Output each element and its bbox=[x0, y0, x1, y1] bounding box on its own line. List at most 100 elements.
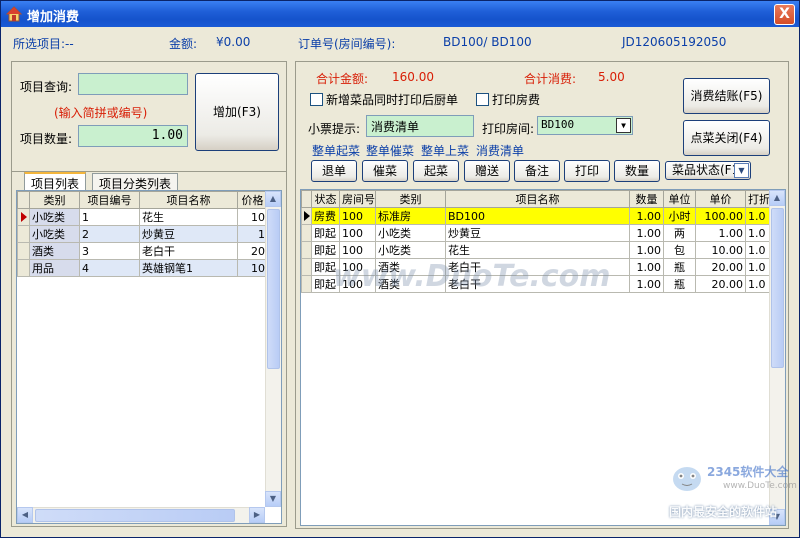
refund-button[interactable]: 退单 bbox=[311, 160, 357, 182]
table-row[interactable]: 即起 100 小吃类 炒黄豆 1.00 两 1.00 1.0 bbox=[301, 224, 772, 242]
link-all-serve[interactable]: 整单上菜 bbox=[421, 142, 469, 159]
close-menu-button[interactable]: 点菜关闭(F4) bbox=[683, 120, 770, 156]
print-room-label: 打印房间: bbox=[482, 122, 535, 136]
cell-item-name: 老白干 bbox=[139, 242, 238, 260]
row-indicator bbox=[301, 207, 312, 225]
cell-item-name: 花生 bbox=[139, 208, 238, 226]
close-button[interactable]: X bbox=[774, 4, 795, 25]
col-unit[interactable]: 单位 bbox=[663, 190, 696, 208]
cell-category: 标准房 bbox=[375, 207, 446, 225]
table-row[interactable]: 即起 100 小吃类 花生 1.00 包 10.00 1.0 bbox=[301, 241, 772, 259]
cell-qty: 1.00 bbox=[629, 275, 664, 293]
ticket-input[interactable]: 消费清单 bbox=[366, 115, 474, 137]
col-qty[interactable]: 数量 bbox=[629, 190, 664, 208]
tab-item-list[interactable]: 项目列表 bbox=[24, 172, 87, 191]
table-row[interactable]: 用品 4 英雄钢笔1 10 bbox=[17, 259, 268, 277]
item-grid-hscroll[interactable]: ◀ ▶ bbox=[17, 507, 265, 523]
print-room-value: BD100 bbox=[541, 118, 575, 131]
scroll-right-icon[interactable]: ▶ bbox=[249, 507, 265, 523]
amount-label: 金额: bbox=[169, 37, 198, 51]
cell-category: 小吃类 bbox=[29, 208, 80, 226]
qty-input[interactable]: 1.00 bbox=[78, 125, 188, 147]
col-item-name[interactable]: 项目名称 bbox=[139, 191, 238, 209]
link-consume-list[interactable]: 消费清单 bbox=[476, 142, 524, 159]
item-list-panel: 项目列表 项目分类列表 类别 项目编号 项目名称 价格 小吃类 1 花生 10 … bbox=[11, 171, 287, 527]
cell-unit: 瓶 bbox=[663, 275, 696, 293]
tab-item-category-list[interactable]: 项目分类列表 bbox=[92, 173, 179, 191]
cell-status: 即起 bbox=[311, 224, 340, 242]
brand-name: 2345软件大全 bbox=[707, 465, 789, 479]
checkbox-box[interactable] bbox=[476, 93, 489, 106]
consumption-table-header: 状态 房间号 类别 项目名称 数量 单位 单价 打折 bbox=[301, 190, 772, 208]
print-room-fee-label: 打印房费 bbox=[492, 93, 541, 107]
row-indicator bbox=[17, 242, 30, 260]
print-after-kitchen-checkbox[interactable]: 新增菜品同时打印后厨单 bbox=[310, 91, 458, 108]
cell-unit: 小时 bbox=[663, 207, 696, 225]
cell-status: 即起 bbox=[311, 241, 340, 259]
col-room[interactable]: 房间号 bbox=[339, 190, 376, 208]
row-indicator-header bbox=[301, 190, 312, 208]
col-category[interactable]: 类别 bbox=[29, 191, 80, 209]
table-row[interactable]: 酒类 3 老白干 20 bbox=[17, 242, 268, 260]
cell-room: 100 bbox=[339, 207, 376, 225]
cell-unit-price: 10.00 bbox=[695, 241, 746, 259]
table-row[interactable]: 小吃类 2 炒黄豆 1 bbox=[17, 225, 268, 243]
add-button[interactable]: 增加(F3) bbox=[195, 73, 279, 151]
total-amount-label: 合计金额: bbox=[316, 72, 369, 86]
col-price[interactable]: 价格 bbox=[237, 191, 268, 209]
table-row[interactable]: 小吃类 1 花生 10 bbox=[17, 208, 268, 226]
quantity-button[interactable]: 数量 bbox=[614, 160, 660, 182]
print-button[interactable]: 打印 bbox=[564, 160, 610, 182]
print-room-fee-checkbox[interactable]: 打印房费 bbox=[476, 91, 540, 108]
dish-state-select[interactable]: 菜品状态(F1) ▼ bbox=[665, 161, 751, 180]
col-category[interactable]: 类别 bbox=[375, 190, 446, 208]
table-row[interactable]: 房费 100 标准房 BD100 1.00 小时 100.00 1.0 bbox=[301, 207, 772, 225]
cell-discount: 1.0 bbox=[745, 258, 772, 276]
link-all-rush[interactable]: 整单催菜 bbox=[366, 142, 414, 159]
cell-category: 小吃类 bbox=[29, 225, 80, 243]
print-room-select[interactable]: BD100 ▼ bbox=[537, 116, 633, 135]
title-bar[interactable]: 增加消费 X bbox=[1, 1, 799, 27]
cell-qty: 1.00 bbox=[629, 241, 664, 259]
col-discount[interactable]: 打折 bbox=[745, 190, 772, 208]
row-indicator bbox=[301, 275, 312, 293]
row-indicator bbox=[17, 259, 30, 277]
gift-button[interactable]: 赠送 bbox=[464, 160, 510, 182]
rush-button[interactable]: 催菜 bbox=[362, 160, 408, 182]
note-button[interactable]: 备注 bbox=[514, 160, 560, 182]
item-grid-vscroll[interactable]: ▲ ▼ bbox=[265, 191, 281, 507]
col-item-id[interactable]: 项目编号 bbox=[79, 191, 140, 209]
ticket-label: 小票提示: bbox=[308, 122, 361, 136]
checkout-button[interactable]: 消费结账(F5) bbox=[683, 78, 770, 114]
item-grid-vscroll-thumb[interactable] bbox=[267, 209, 280, 369]
scroll-down-icon[interactable]: ▼ bbox=[265, 491, 281, 507]
watermark-center: www.DuoTe.com bbox=[333, 259, 611, 294]
scroll-up-icon[interactable]: ▲ bbox=[265, 191, 281, 207]
chevron-down-icon[interactable]: ▼ bbox=[616, 118, 631, 133]
cell-unit-price: 100.00 bbox=[695, 207, 746, 225]
row-indicator bbox=[301, 258, 312, 276]
checkbox-box[interactable] bbox=[310, 93, 323, 106]
col-item-name[interactable]: 项目名称 bbox=[445, 190, 630, 208]
cell-price: 1 bbox=[237, 225, 268, 243]
query-input[interactable] bbox=[78, 73, 188, 95]
start-button[interactable]: 起菜 bbox=[413, 160, 459, 182]
chevron-down-icon[interactable]: ▼ bbox=[734, 163, 749, 178]
cell-unit-price: 20.00 bbox=[695, 258, 746, 276]
window-title: 增加消费 bbox=[27, 10, 80, 25]
item-grid-hscroll-thumb[interactable] bbox=[35, 509, 235, 522]
col-unit-price[interactable]: 单价 bbox=[695, 190, 746, 208]
consumption-grid-vscroll-thumb[interactable] bbox=[771, 208, 784, 368]
scroll-left-icon[interactable]: ◀ bbox=[17, 507, 33, 523]
cell-unit-price: 20.00 bbox=[695, 275, 746, 293]
selected-item-label: 所选项目:-- bbox=[13, 37, 74, 51]
col-status[interactable]: 状态 bbox=[311, 190, 340, 208]
cell-item-name: 英雄钢笔1 bbox=[139, 259, 238, 277]
cell-item-id: 1 bbox=[79, 208, 140, 226]
order-room: BD100/ BD100 bbox=[443, 35, 532, 49]
cell-unit: 包 bbox=[663, 241, 696, 259]
row-indicator bbox=[17, 225, 30, 243]
link-all-start[interactable]: 整单起菜 bbox=[312, 142, 360, 159]
query-panel: 项目查询: (输入简拼或编号) 项目数量: 1.00 增加(F3) bbox=[11, 61, 287, 173]
scroll-up-icon[interactable]: ▲ bbox=[769, 190, 785, 206]
